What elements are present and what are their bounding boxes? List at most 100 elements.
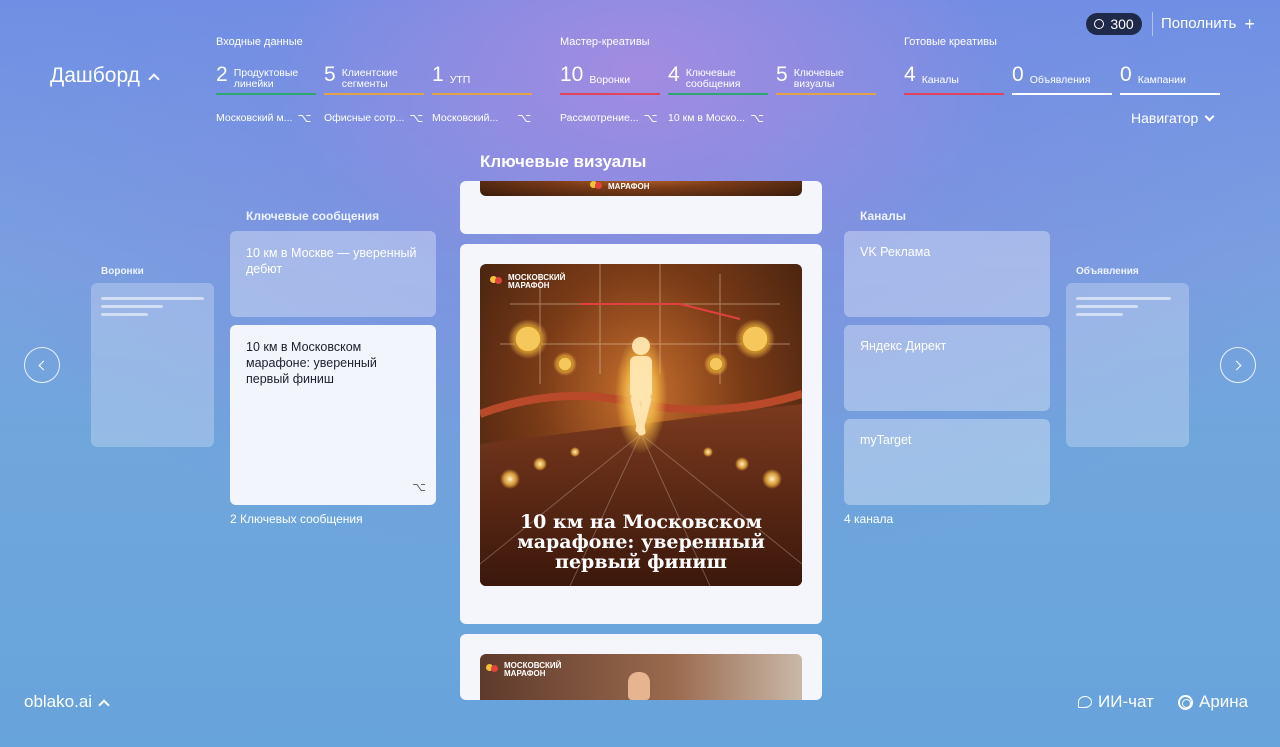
user-name: Арина (1199, 692, 1249, 711)
group-title-master: Мастер-креативы (560, 36, 650, 48)
visual-card-next[interactable]: МОСКОВСКИЙ МАРАФОН (460, 634, 822, 700)
chip-funnel[interactable]: Рассмотрение... ⌥ (560, 111, 657, 125)
channel-name: myTarget (860, 433, 912, 447)
brand-logo: МОСКОВСКИЙ МАРАФОН (486, 662, 561, 678)
stat-number: 2 (216, 63, 228, 86)
stat-funnels[interactable]: 10 Воронки (560, 60, 660, 95)
placeholder-line (1076, 305, 1138, 308)
placeholder-line (1076, 297, 1171, 300)
next-button[interactable] (1220, 347, 1256, 383)
message-card-selected[interactable]: 10 км в Московском марафоне: уверенный п… (230, 325, 436, 505)
funnels-label: Воронки (101, 266, 144, 277)
stat-number: 5 (776, 63, 788, 86)
stat-label: Воронки (589, 74, 631, 86)
stat-underline (1012, 93, 1112, 95)
channel-card-mytarget[interactable]: myTarget (844, 419, 1050, 505)
stat-underline (1120, 93, 1220, 95)
stat-label: Объявления (1029, 74, 1091, 86)
connection-icon: ⌥ (409, 111, 424, 125)
visual-card-selected[interactable]: МОСКОВСКИЙ МАРАФОН 10 км на Московском м… (460, 244, 822, 624)
funnel-card[interactable] (91, 283, 214, 447)
connection-icon: ⌥ (297, 111, 312, 125)
stat-label: УТП (449, 74, 471, 86)
coin-icon (1094, 19, 1105, 29)
channel-name: VK Реклама (860, 245, 931, 259)
ads-label: Объявления (1076, 266, 1139, 277)
stat-ads[interactable]: 0 Объявления (1012, 60, 1112, 95)
user-avatar-icon (1178, 694, 1193, 710)
dashboard-menu[interactable]: Дашборд (50, 64, 160, 88)
message-text: 10 км в Московском марафоне: уверенный п… (246, 340, 377, 386)
messages-count: 2 Ключевых сообщения (230, 512, 363, 526)
chevron-up-icon (148, 72, 160, 85)
ai-chat-button[interactable]: ИИ-чат (1078, 692, 1154, 712)
stat-number: 5 (324, 63, 336, 86)
chip-usp[interactable]: Московский... ⌥ (432, 111, 531, 125)
stat-underline (560, 93, 660, 95)
stat-key-visuals[interactable]: 5 Ключевые визуалы (776, 60, 876, 95)
stat-key-messages[interactable]: 4 Ключевые сообщения (668, 60, 768, 95)
topup-label: Пополнить (1161, 15, 1237, 32)
stat-label: Кампании (1137, 74, 1186, 86)
connection-icon: ⌥ (643, 111, 658, 125)
prev-button[interactable] (24, 347, 60, 383)
stat-underline (216, 93, 316, 95)
topup-button[interactable]: Пополнить + (1161, 15, 1255, 33)
chat-bubble-icon (1078, 696, 1092, 708)
stat-number: 4 (904, 63, 916, 86)
marathon-logo-icon (590, 181, 604, 193)
chip-message[interactable]: 10 км в Моско... ⌥ (668, 111, 764, 125)
visual-card-prev[interactable]: МАРАФОН (460, 181, 822, 234)
chip-segment[interactable]: Офисные сотр... ⌥ (324, 111, 423, 125)
chevron-down-icon (1204, 111, 1215, 121)
brand-line-2: МАРАФОН (508, 281, 550, 290)
connection-icon[interactable]: ⌥ (412, 479, 426, 495)
placeholder-line (101, 297, 204, 300)
logo: oblako.ai (24, 692, 93, 711)
user-profile-button[interactable]: Арина (1178, 692, 1248, 712)
stat-underline (324, 93, 424, 95)
stat-number: 10 (560, 63, 584, 86)
stat-campaigns[interactable]: 0 Кампании (1120, 60, 1220, 95)
stat-underline (668, 93, 768, 95)
brand-line-2: МАРАФОН (504, 669, 546, 678)
message-card[interactable]: 10 км в Москве — уверенный дебют (230, 231, 436, 317)
chip-label: Московский... (432, 112, 499, 124)
visual-image: МОСКОВСКИЙ МАРАФОН (480, 654, 802, 700)
placeholder-line (101, 305, 163, 308)
runner-figure (628, 672, 650, 700)
stat-number: 0 (1012, 63, 1024, 86)
stat-label: Ключевые сообщения (685, 67, 741, 90)
channel-card-yandex[interactable]: Яндекс Директ (844, 325, 1050, 411)
credits-badge[interactable]: 300 (1086, 13, 1142, 35)
channels-label: Каналы (860, 209, 906, 223)
ad-card[interactable] (1066, 283, 1189, 447)
logo-menu[interactable]: oblako.ai (24, 692, 110, 712)
visual-image: МОСКОВСКИЙ МАРАФОН 10 км на Московском м… (480, 264, 802, 586)
chip-product-line[interactable]: Московский м... ⌥ (216, 111, 311, 125)
placeholder-line (101, 313, 148, 316)
navigator-label: Навигатор (1131, 110, 1199, 126)
channel-card-vk[interactable]: VK Реклама (844, 231, 1050, 317)
stat-client-segments[interactable]: 5 Клиентские сегменты (324, 60, 424, 95)
placeholder-line (1076, 313, 1123, 316)
divider (1152, 12, 1153, 36)
stat-product-lines[interactable]: 2 Продуктовые линейки (216, 60, 316, 95)
brand-name: МАРАФОН (608, 182, 650, 191)
stat-number: 4 (668, 63, 680, 86)
connection-icon: ⌥ (517, 111, 532, 125)
stat-usp[interactable]: 1 УТП (432, 60, 532, 95)
stat-number: 1 (432, 63, 444, 86)
brand-logo: МОСКОВСКИЙ МАРАФОН (490, 274, 565, 290)
stat-number: 0 (1120, 63, 1132, 86)
stat-label: Ключевые визуалы (793, 67, 844, 90)
stat-channels[interactable]: 4 Каналы (904, 60, 1004, 95)
marathon-logo-icon (490, 276, 504, 288)
section-title: Ключевые визуалы (480, 152, 647, 171)
group-title-ready: Готовые креативы (904, 36, 997, 48)
poster-headline: 10 км на Московском марафоне: уверенный … (517, 511, 765, 573)
connection-icon: ⌥ (750, 111, 764, 125)
navigator-dropdown[interactable]: Навигатор (1131, 110, 1215, 126)
chip-label: Рассмотрение... (560, 112, 639, 124)
dashboard-title: Дашборд (50, 64, 140, 87)
